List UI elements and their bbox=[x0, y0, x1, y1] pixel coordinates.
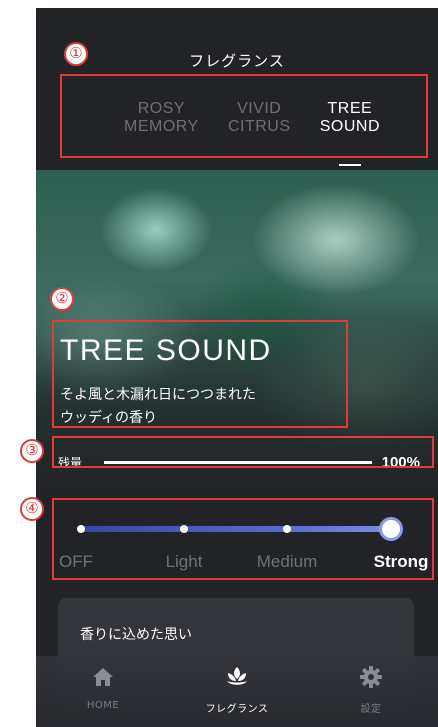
bottom-navigation: HOME フレグランス 設定 bbox=[36, 656, 438, 727]
annotation-number-2: ② bbox=[50, 287, 74, 311]
page-title: フレグランス bbox=[189, 52, 285, 70]
fragrance-leaf-icon bbox=[227, 667, 247, 685]
annotation-box-2 bbox=[52, 320, 348, 428]
nav-item-fragrance[interactable]: フレグランス bbox=[177, 656, 297, 727]
gear-icon bbox=[360, 666, 382, 688]
nav-item-home[interactable]: HOME bbox=[43, 656, 163, 727]
annotation-number-4: ④ bbox=[20, 497, 44, 521]
nav-label-home: HOME bbox=[86, 700, 120, 711]
nav-item-settings[interactable]: 設定 bbox=[311, 656, 431, 727]
nav-label-fragrance: フレグランス bbox=[205, 704, 269, 715]
annotation-number-3: ③ bbox=[20, 439, 44, 463]
nav-label-settings: 設定 bbox=[360, 704, 382, 715]
annotation-box-4 bbox=[52, 498, 434, 580]
story-card-title: 香りに込めた思い bbox=[80, 627, 192, 643]
home-icon bbox=[93, 668, 113, 686]
annotation-box-1 bbox=[60, 74, 428, 158]
annotation-number-1: ① bbox=[64, 42, 88, 66]
annotation-box-3 bbox=[52, 436, 434, 468]
